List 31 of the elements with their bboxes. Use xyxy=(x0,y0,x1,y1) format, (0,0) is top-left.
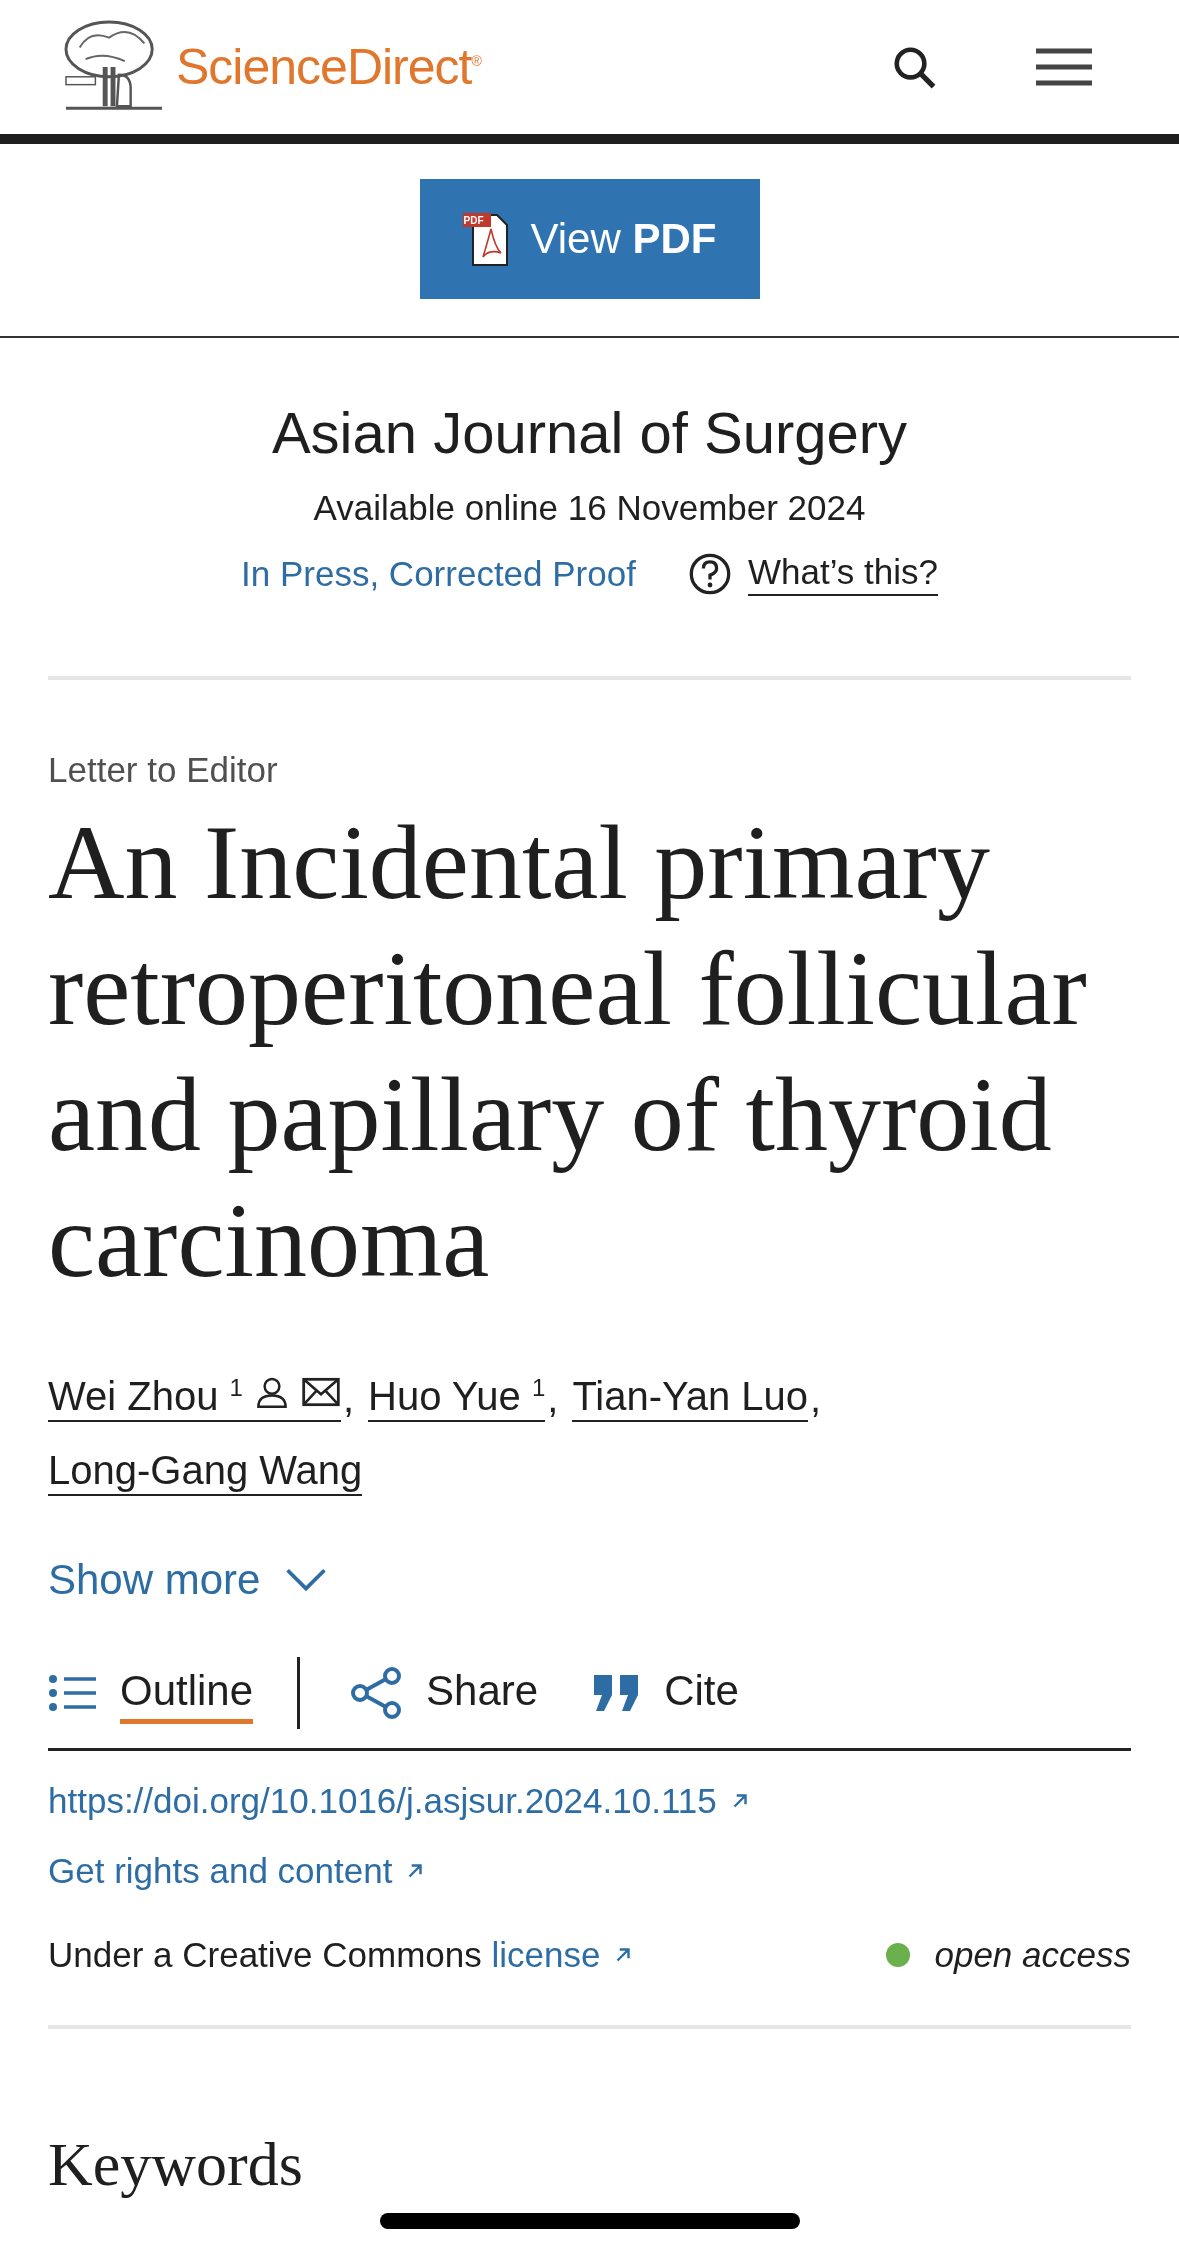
author-link[interactable]: Long-Gang Wang xyxy=(48,1446,363,1497)
cite-tab[interactable]: Cite xyxy=(664,1662,739,1724)
help-link[interactable]: What’s this? xyxy=(747,552,938,596)
envelope-icon[interactable] xyxy=(300,1377,341,1408)
comma-separator: , xyxy=(810,1375,822,1423)
person-icon[interactable] xyxy=(254,1375,289,1410)
outline-tab[interactable]: Outline xyxy=(120,1662,254,1724)
publication-date: Available online 16 November 2024 xyxy=(313,488,866,528)
help-icon[interactable] xyxy=(687,552,732,596)
comma-separator: , xyxy=(547,1375,559,1423)
article-type: Letter to Editor xyxy=(48,750,279,790)
license-link[interactable]: license xyxy=(491,1935,635,1976)
open-access-label: open access xyxy=(934,1935,1131,1976)
comma-separator: , xyxy=(342,1375,355,1423)
view-pdf-button[interactable]: PDF View PDF xyxy=(419,179,760,299)
author-link[interactable]: Huo Yue $^{1}$ xyxy=(368,1364,546,1423)
section-heading: Keywords xyxy=(48,2129,304,2201)
share-tab[interactable]: Share xyxy=(426,1662,539,1724)
author-link[interactable]: Tian-Yan Luo xyxy=(572,1372,809,1423)
rights-link[interactable]: Get rights and content xyxy=(48,1851,427,1892)
license-text: Under a Creative Commons xyxy=(48,1935,483,1976)
show-more-link[interactable]: Show more xyxy=(48,1556,329,1605)
list-icon[interactable] xyxy=(48,1673,98,1714)
doi-link[interactable]: https://doi.org/10.1016/j.asjsur.2024.10.115 xyxy=(48,1781,751,1822)
status-link[interactable]: In Press, Corrected Proof xyxy=(241,554,636,594)
journal-title[interactable]: Asian Journal of Surgery xyxy=(271,398,908,468)
search-icon[interactable] xyxy=(891,44,937,90)
article-title: An Incidental primary retroperitoneal follicular and papillary of thyroid carcinoma xyxy=(48,803,1088,1301)
author-link[interactable]: Wei Zhou $^{1}$ xyxy=(48,1364,341,1423)
menu-icon[interactable] xyxy=(1033,47,1095,87)
chevron-down-icon xyxy=(284,1567,329,1594)
